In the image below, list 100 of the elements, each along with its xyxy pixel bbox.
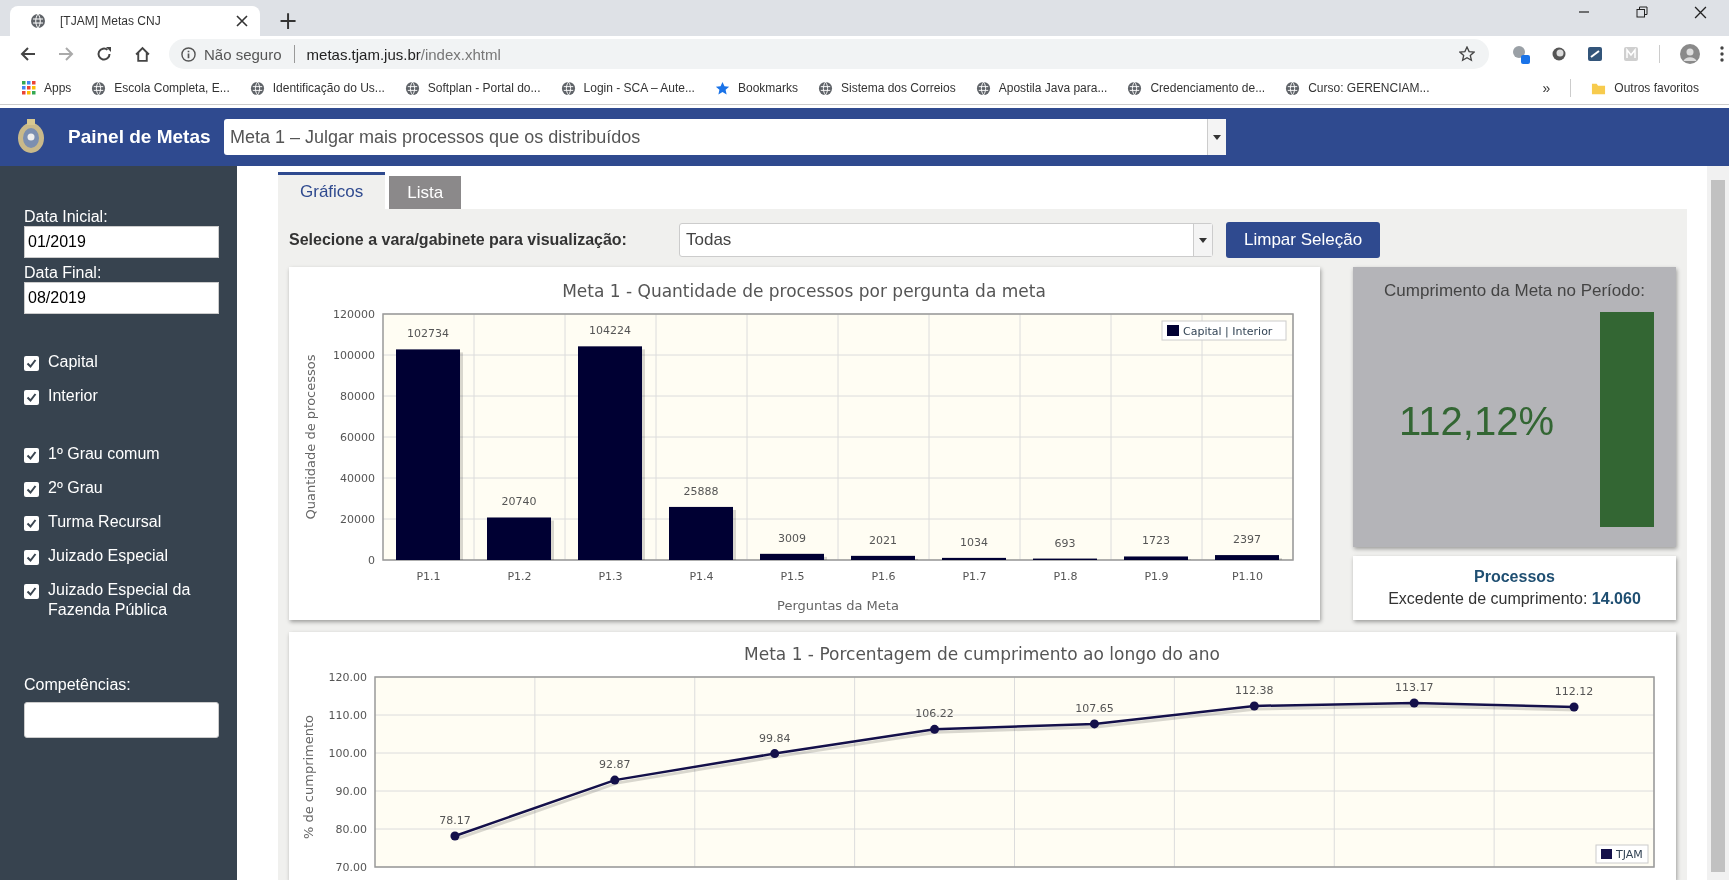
- avatar-icon[interactable]: [1680, 44, 1700, 64]
- favicon-icon: [91, 80, 107, 96]
- tick-label: 40000: [340, 472, 375, 485]
- bar: [1215, 555, 1279, 560]
- menu-icon[interactable]: [1720, 46, 1724, 62]
- reload-icon[interactable]: [96, 46, 112, 62]
- date-input-field[interactable]: 01/2019: [24, 226, 219, 258]
- data-point: [1089, 719, 1099, 729]
- tick-label: 110.00: [328, 709, 367, 722]
- checkbox[interactable]: [24, 584, 39, 599]
- tick-label: 120000: [333, 308, 375, 321]
- field-label: Data Final:: [24, 264, 103, 282]
- checkbox-label: 2º Grau: [48, 478, 104, 498]
- tick-label: 80.00: [335, 823, 367, 836]
- bookmark-item[interactable]: Curso: GERENCIAM...: [1285, 80, 1430, 96]
- tick-label: P1.4: [689, 570, 714, 583]
- browser-tab[interactable]: [TJAM] Metas CNJ: [10, 6, 260, 36]
- summary-value: 14.060: [1591, 590, 1641, 607]
- favicon-icon: [975, 80, 991, 96]
- axis-label: % de cumprimento: [301, 714, 316, 840]
- checkbox[interactable]: [24, 390, 39, 405]
- checkbox-label: Capital: [48, 352, 99, 372]
- tick-label: 120.00: [328, 671, 367, 684]
- address-bar[interactable]: Não seguro metas.tjam.jus.br/index.xhtml: [169, 39, 1489, 69]
- home-icon[interactable]: [134, 45, 151, 63]
- new-tab-button[interactable]: +: [260, 6, 317, 36]
- tick-label: 0: [368, 554, 375, 567]
- close-icon[interactable]: [236, 15, 248, 27]
- bar: [1124, 556, 1188, 560]
- input-field[interactable]: [24, 702, 219, 738]
- chart-title: Meta 1 - Porcentagem de cumprimento ao longo do ano: [744, 644, 1220, 664]
- bookmark-item[interactable]: Bookmarks: [714, 80, 798, 96]
- close-icon[interactable]: [1694, 6, 1707, 19]
- scrollbar[interactable]: [1707, 166, 1729, 880]
- bookmark-item[interactable]: Identificação do Us...: [249, 80, 385, 96]
- tick-label: 100.00: [328, 747, 367, 760]
- gauge-title: Cumprimento da Meta no Período:: [1383, 281, 1646, 301]
- bookmark-item[interactable]: Apps: [22, 81, 72, 95]
- favicon-icon: [249, 80, 265, 96]
- bookmark-folder[interactable]: Outros favoritos: [1591, 80, 1699, 96]
- data-label: 104224: [589, 324, 631, 338]
- summary-label: Excedente de cumprimento:: [1388, 590, 1588, 607]
- bookmark-item[interactable]: Login - SCA – Aute...: [560, 80, 695, 96]
- chart-legend: TJAM: [1595, 844, 1649, 864]
- bookmark-item[interactable]: Apostila Java para...: [975, 80, 1108, 96]
- checkbox[interactable]: [24, 356, 39, 371]
- bar: [851, 555, 915, 560]
- clear-selection-button[interactable]: Limpar Seleção: [1226, 222, 1381, 258]
- bookmarks-overflow-button[interactable]: »: [1542, 80, 1551, 96]
- favicon-icon: [1285, 80, 1301, 96]
- bar: [487, 517, 551, 560]
- extension-icon[interactable]: [1587, 46, 1603, 62]
- bookmark-item[interactable]: Sistema dos Correios: [818, 80, 956, 96]
- data-point: [930, 724, 940, 734]
- tick-label: P1.3: [598, 570, 623, 583]
- bookmark-item[interactable]: Credenciamento de...: [1127, 80, 1266, 96]
- data-label: 20740: [501, 495, 537, 509]
- goal-dropdown[interactable]: Meta 1 – Julgar mais processos que os distribuídos: [224, 119, 1226, 155]
- checkbox-label: Interior: [48, 386, 99, 406]
- tick-label: 90.00: [335, 785, 367, 798]
- data-label: 1034: [960, 535, 988, 549]
- date-input-field[interactable]: 08/2019: [24, 282, 219, 314]
- back-icon[interactable]: [20, 46, 36, 62]
- court-dropdown[interactable]: Todas: [679, 223, 1213, 257]
- field-label: Competências:: [24, 676, 132, 694]
- tab[interactable]: Gráficos: [278, 172, 386, 209]
- data-label: 113.17: [1394, 680, 1434, 694]
- data-label: 2021: [869, 533, 897, 547]
- checkbox-label: Juizado Especial da Fazenda Pública: [48, 580, 192, 620]
- extension-icon[interactable]: [1511, 44, 1531, 64]
- bookmark-item[interactable]: Softplan - Portal do...: [404, 80, 541, 96]
- favicon-icon: [560, 80, 576, 96]
- data-point: [450, 831, 460, 841]
- checkbox[interactable]: [24, 482, 39, 497]
- tick-label: P1.2: [507, 570, 532, 583]
- extension-icon[interactable]: [1551, 46, 1567, 62]
- checkbox[interactable]: [24, 550, 39, 565]
- data-point: [1409, 698, 1419, 708]
- tick-label: P1.1: [416, 570, 441, 583]
- data-point: [770, 749, 780, 759]
- filter-label: Selecione a vara/gabinete para visualização:: [289, 231, 628, 249]
- data-label: 107.65: [1075, 701, 1114, 715]
- legend-label: Capital | Interior: [1183, 325, 1273, 338]
- data-label: 693: [1054, 536, 1076, 550]
- bookmark-star-icon[interactable]: [1459, 46, 1475, 62]
- checkbox[interactable]: [24, 448, 39, 463]
- data-label: 3009: [778, 531, 806, 545]
- data-label: 2397: [1233, 533, 1261, 547]
- checkbox[interactable]: [24, 516, 39, 531]
- checkbox-label: Juizado Especial: [48, 546, 170, 566]
- bar: [669, 506, 733, 560]
- restore-icon[interactable]: [1636, 6, 1648, 18]
- bookmark-item[interactable]: Escola Completa, E...: [91, 80, 230, 96]
- tab-title: [TJAM] Metas CNJ: [60, 14, 162, 28]
- favicon-icon: [1127, 80, 1143, 96]
- chart-title: Meta 1 - Quantidade de processos por pergunta da meta: [562, 281, 1046, 301]
- data-point: [1569, 702, 1579, 712]
- favicon-icon: [818, 80, 833, 96]
- data-label: 78.17: [439, 813, 471, 827]
- bar: [942, 557, 1006, 560]
